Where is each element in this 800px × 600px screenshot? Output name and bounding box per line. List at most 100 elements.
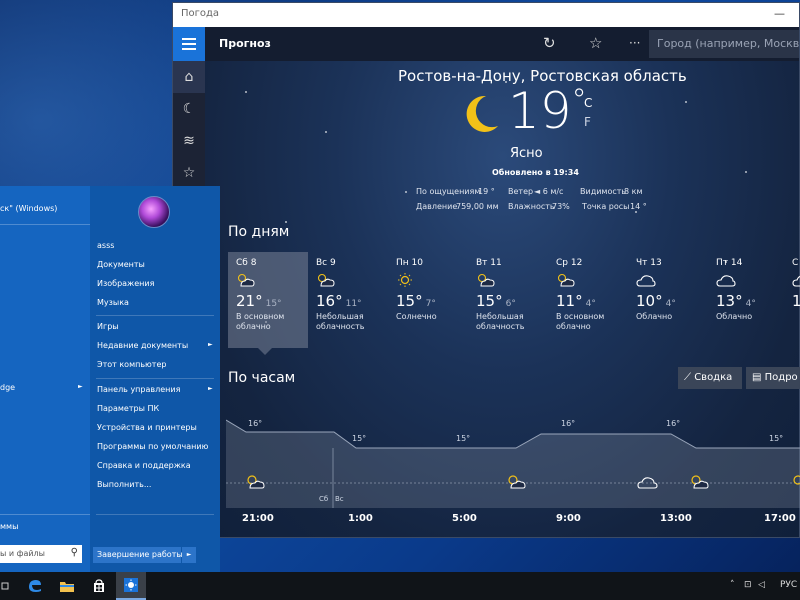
start-menu-item[interactable]: Параметры ПК xyxy=(97,404,159,413)
day-card[interactable]: С1 xyxy=(788,252,800,348)
summary-view-button[interactable]: ⟋ Сводка xyxy=(678,367,742,389)
partly-cloudy-icon xyxy=(316,272,380,290)
day-card[interactable]: Пт 14 13° 4° Облачно xyxy=(708,252,788,348)
dewpoint-label: Точка росы xyxy=(582,202,630,211)
divider xyxy=(0,224,90,225)
chart-icon: ⟋ xyxy=(684,372,695,383)
day-low-temp: 11° xyxy=(345,299,362,309)
day-high-temp: 13° xyxy=(716,292,743,310)
day-split-left: Сб xyxy=(319,495,329,503)
edge-icon[interactable] xyxy=(20,572,50,600)
task-view-icon[interactable] xyxy=(0,572,20,600)
updated-time: Обновлено в 19:34 xyxy=(492,168,579,177)
minimize-button[interactable]: — xyxy=(774,7,785,20)
hour-temp-6: 15° xyxy=(769,434,784,443)
day-name: Пт 14 xyxy=(716,258,743,268)
dewpoint-value: 14 ° xyxy=(630,202,647,211)
more-options-icon[interactable]: ··· xyxy=(629,36,640,50)
start-menu-item[interactable]: Изображения xyxy=(97,279,154,288)
cloud-icon xyxy=(636,474,658,494)
day-low-temp: 6° xyxy=(505,299,516,309)
day-card[interactable]: Сб 8 21° 15° В основном облачно xyxy=(228,252,308,348)
hour-label-2: 1:00 xyxy=(348,513,373,524)
search-icon: ⚲ xyxy=(70,547,78,558)
day-card[interactable]: Вт 11 15° 6° Небольшая облачность xyxy=(468,252,548,348)
weather-icon[interactable] xyxy=(116,572,146,600)
start-menu-item[interactable]: Недавние документы xyxy=(97,341,188,350)
hamburger-menu-icon[interactable] xyxy=(173,27,205,61)
day-high-temp: 21° xyxy=(236,292,263,310)
avatar[interactable] xyxy=(138,196,170,228)
humidity-value: 73% xyxy=(552,202,570,211)
day-low-temp: 4° xyxy=(745,299,756,309)
taskbar: ˄ ⊡ ◁ РУС xyxy=(0,572,800,600)
partly-cloudy-icon xyxy=(244,474,266,494)
moon-icon xyxy=(462,92,502,138)
day-low-temp: 7° xyxy=(425,299,436,309)
forecast-icon[interactable]: ☾ xyxy=(173,93,205,125)
submenu-arrow-icon: ► xyxy=(78,383,83,390)
hour-temp-4: 16° xyxy=(561,419,576,428)
pinned-item-partial[interactable]: ск" (Windows) xyxy=(0,204,57,213)
window-titlebar[interactable]: Погода — xyxy=(173,3,799,27)
feels-like-label: По ощущениям xyxy=(416,187,481,196)
start-menu-item[interactable]: Этот компьютер xyxy=(97,360,166,369)
list-icon: ▤ xyxy=(752,372,765,383)
day-name: Вт 11 xyxy=(476,258,502,268)
start-search-input[interactable]: ы и файлы ⚲ xyxy=(0,545,82,563)
start-menu-item[interactable]: Музыка xyxy=(97,298,129,307)
unit-celsius-toggle[interactable]: C xyxy=(584,96,592,110)
start-menu-item[interactable]: Документы xyxy=(97,260,145,269)
network-icon[interactable]: ⊡ xyxy=(744,580,752,590)
day-high-temp: 15° xyxy=(476,292,503,310)
start-menu-item[interactable]: Устройства и принтеры xyxy=(97,423,197,432)
day-name: Сб 8 xyxy=(236,258,257,268)
all-programs-item[interactable]: ммы xyxy=(0,522,18,531)
start-menu-item[interactable]: Программы по умолчанию xyxy=(97,442,208,451)
explorer-icon[interactable] xyxy=(52,572,82,600)
day-card[interactable]: Ср 12 11° 4° В основном облачно xyxy=(548,252,628,348)
start-menu-item[interactable]: Справка и поддержка xyxy=(97,461,191,470)
day-card[interactable]: Пн 10 15° 7° Солнечно xyxy=(388,252,468,348)
sun-icon xyxy=(396,272,460,290)
partly-cloudy-icon xyxy=(505,474,527,494)
shutdown-options-button[interactable]: ► xyxy=(182,547,196,563)
day-high-temp: 15° xyxy=(396,292,423,310)
shutdown-button[interactable]: Завершение работы xyxy=(93,547,183,563)
store-icon[interactable] xyxy=(84,572,114,600)
home-icon[interactable]: ⌂ xyxy=(173,61,205,93)
selected-day-pointer xyxy=(258,348,272,355)
humidity-label: Влажность xyxy=(508,202,555,211)
hour-label-3: 5:00 xyxy=(452,513,477,524)
maps-icon[interactable]: ≋ xyxy=(173,125,205,157)
divider xyxy=(96,514,214,515)
submenu-arrow-icon: ► xyxy=(208,385,213,392)
day-name: Ср 12 xyxy=(556,258,583,268)
window-title: Погода xyxy=(181,8,220,19)
pinned-item-edge[interactable]: dge xyxy=(0,383,15,392)
volume-icon[interactable]: ◁ xyxy=(758,580,765,590)
day-name: Чт 13 xyxy=(636,258,662,268)
tray-chevron-icon[interactable]: ˄ xyxy=(730,580,735,590)
details-view-button[interactable]: ▤ Подро xyxy=(746,367,800,389)
city-search-input[interactable]: Город (например, Москва) xyxy=(649,30,799,58)
refresh-icon[interactable]: ↻ xyxy=(543,34,556,52)
app-header: Прогноз ↻ ☆ ··· Город (например, Москва) xyxy=(173,27,799,61)
favorites-icon[interactable]: ☆ xyxy=(173,157,205,189)
partly-cloudy-icon xyxy=(476,272,540,290)
wind-label: Ветер xyxy=(508,187,534,196)
day-high-temp: 16° xyxy=(316,292,343,310)
day-card[interactable]: Чт 13 10° 4° Облачно xyxy=(628,252,708,348)
page-title: Прогноз xyxy=(219,37,271,50)
day-card[interactable]: Вс 9 16° 11° Небольшая облачность xyxy=(308,252,388,348)
start-menu-item[interactable]: Игры xyxy=(97,322,119,331)
hour-label-5: 13:00 xyxy=(660,513,692,524)
language-indicator[interactable]: РУС xyxy=(780,580,797,590)
visibility-value: 8 км xyxy=(624,187,643,196)
divider xyxy=(0,514,90,515)
star-icon[interactable]: ☆ xyxy=(589,34,602,52)
start-menu-item[interactable]: Выполнить... xyxy=(97,480,151,489)
start-menu-item[interactable]: asss xyxy=(97,241,114,250)
start-menu-item[interactable]: Панель управления xyxy=(97,385,180,394)
unit-fahrenheit-toggle[interactable]: F xyxy=(584,115,591,129)
